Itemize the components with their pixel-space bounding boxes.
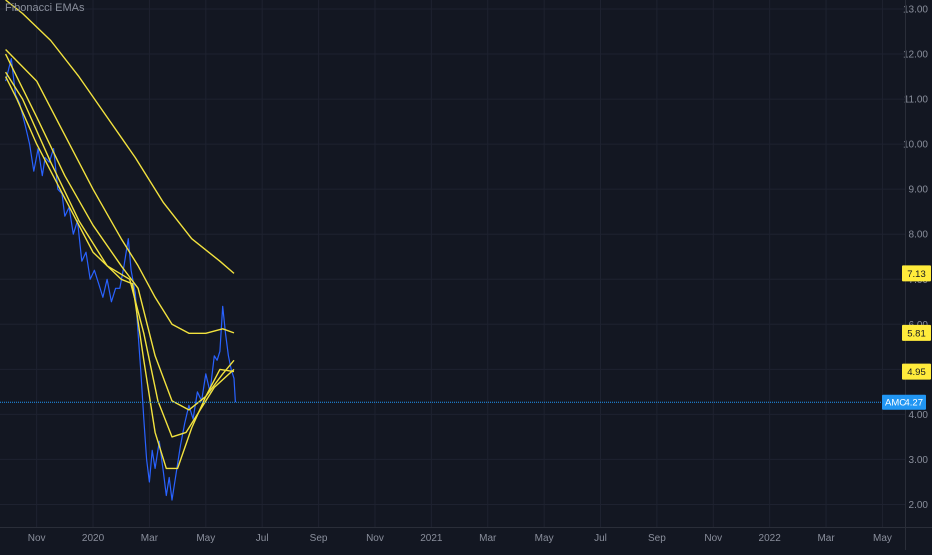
ema-line xyxy=(4,53,235,411)
x-tick-label: Sep xyxy=(648,533,666,544)
y-tick-label: 9.00 xyxy=(909,185,929,196)
x-tick-label: May xyxy=(196,533,215,544)
x-tick-label: Mar xyxy=(479,533,497,544)
ema-value-label: 5.81 xyxy=(907,328,926,339)
x-tick-label: Jul xyxy=(594,533,607,544)
x-tick-label: May xyxy=(873,533,892,544)
y-tick-label: 8.00 xyxy=(909,230,929,241)
x-tick-label: 2022 xyxy=(759,533,782,544)
y-tick-label: 4.00 xyxy=(909,410,929,421)
x-tick-label: Nov xyxy=(366,533,384,544)
y-tick-label: 13.00 xyxy=(903,5,928,16)
ema-line xyxy=(5,71,235,438)
x-tick-label: Mar xyxy=(141,533,159,544)
indicator-label[interactable]: Fibonacci EMAs xyxy=(5,2,84,14)
x-tick-label: Jul xyxy=(256,533,269,544)
ema-value-label: 7.13 xyxy=(907,269,926,280)
ema-line xyxy=(5,49,235,334)
x-tick-label: Nov xyxy=(28,533,46,544)
ticker-label: AMC xyxy=(885,398,906,409)
chart-root: 2.003.004.005.006.007.008.009.0010.0011.… xyxy=(0,0,932,550)
x-tick-label: 2020 xyxy=(82,533,105,544)
y-tick-label: 10.00 xyxy=(903,140,928,151)
y-tick-label: 11.00 xyxy=(904,95,929,106)
y-tick-label: 3.00 xyxy=(909,455,929,466)
y-tick-label: 2.00 xyxy=(909,500,929,511)
last-price-label: 4.27 xyxy=(905,398,924,409)
x-tick-label: Sep xyxy=(310,533,328,544)
x-tick-label: Mar xyxy=(817,533,835,544)
x-tick-label: Nov xyxy=(704,533,722,544)
chart[interactable]: 2.003.004.005.006.007.008.009.0010.0011.… xyxy=(0,0,932,550)
x-tick-label: May xyxy=(535,533,554,544)
y-tick-label: 12.00 xyxy=(903,50,928,61)
axes: 2.003.004.005.006.007.008.009.0010.0011.… xyxy=(0,0,932,550)
ema-value-label: 4.95 xyxy=(907,367,926,378)
grid xyxy=(0,0,905,527)
x-tick-label: 2021 xyxy=(420,533,443,544)
